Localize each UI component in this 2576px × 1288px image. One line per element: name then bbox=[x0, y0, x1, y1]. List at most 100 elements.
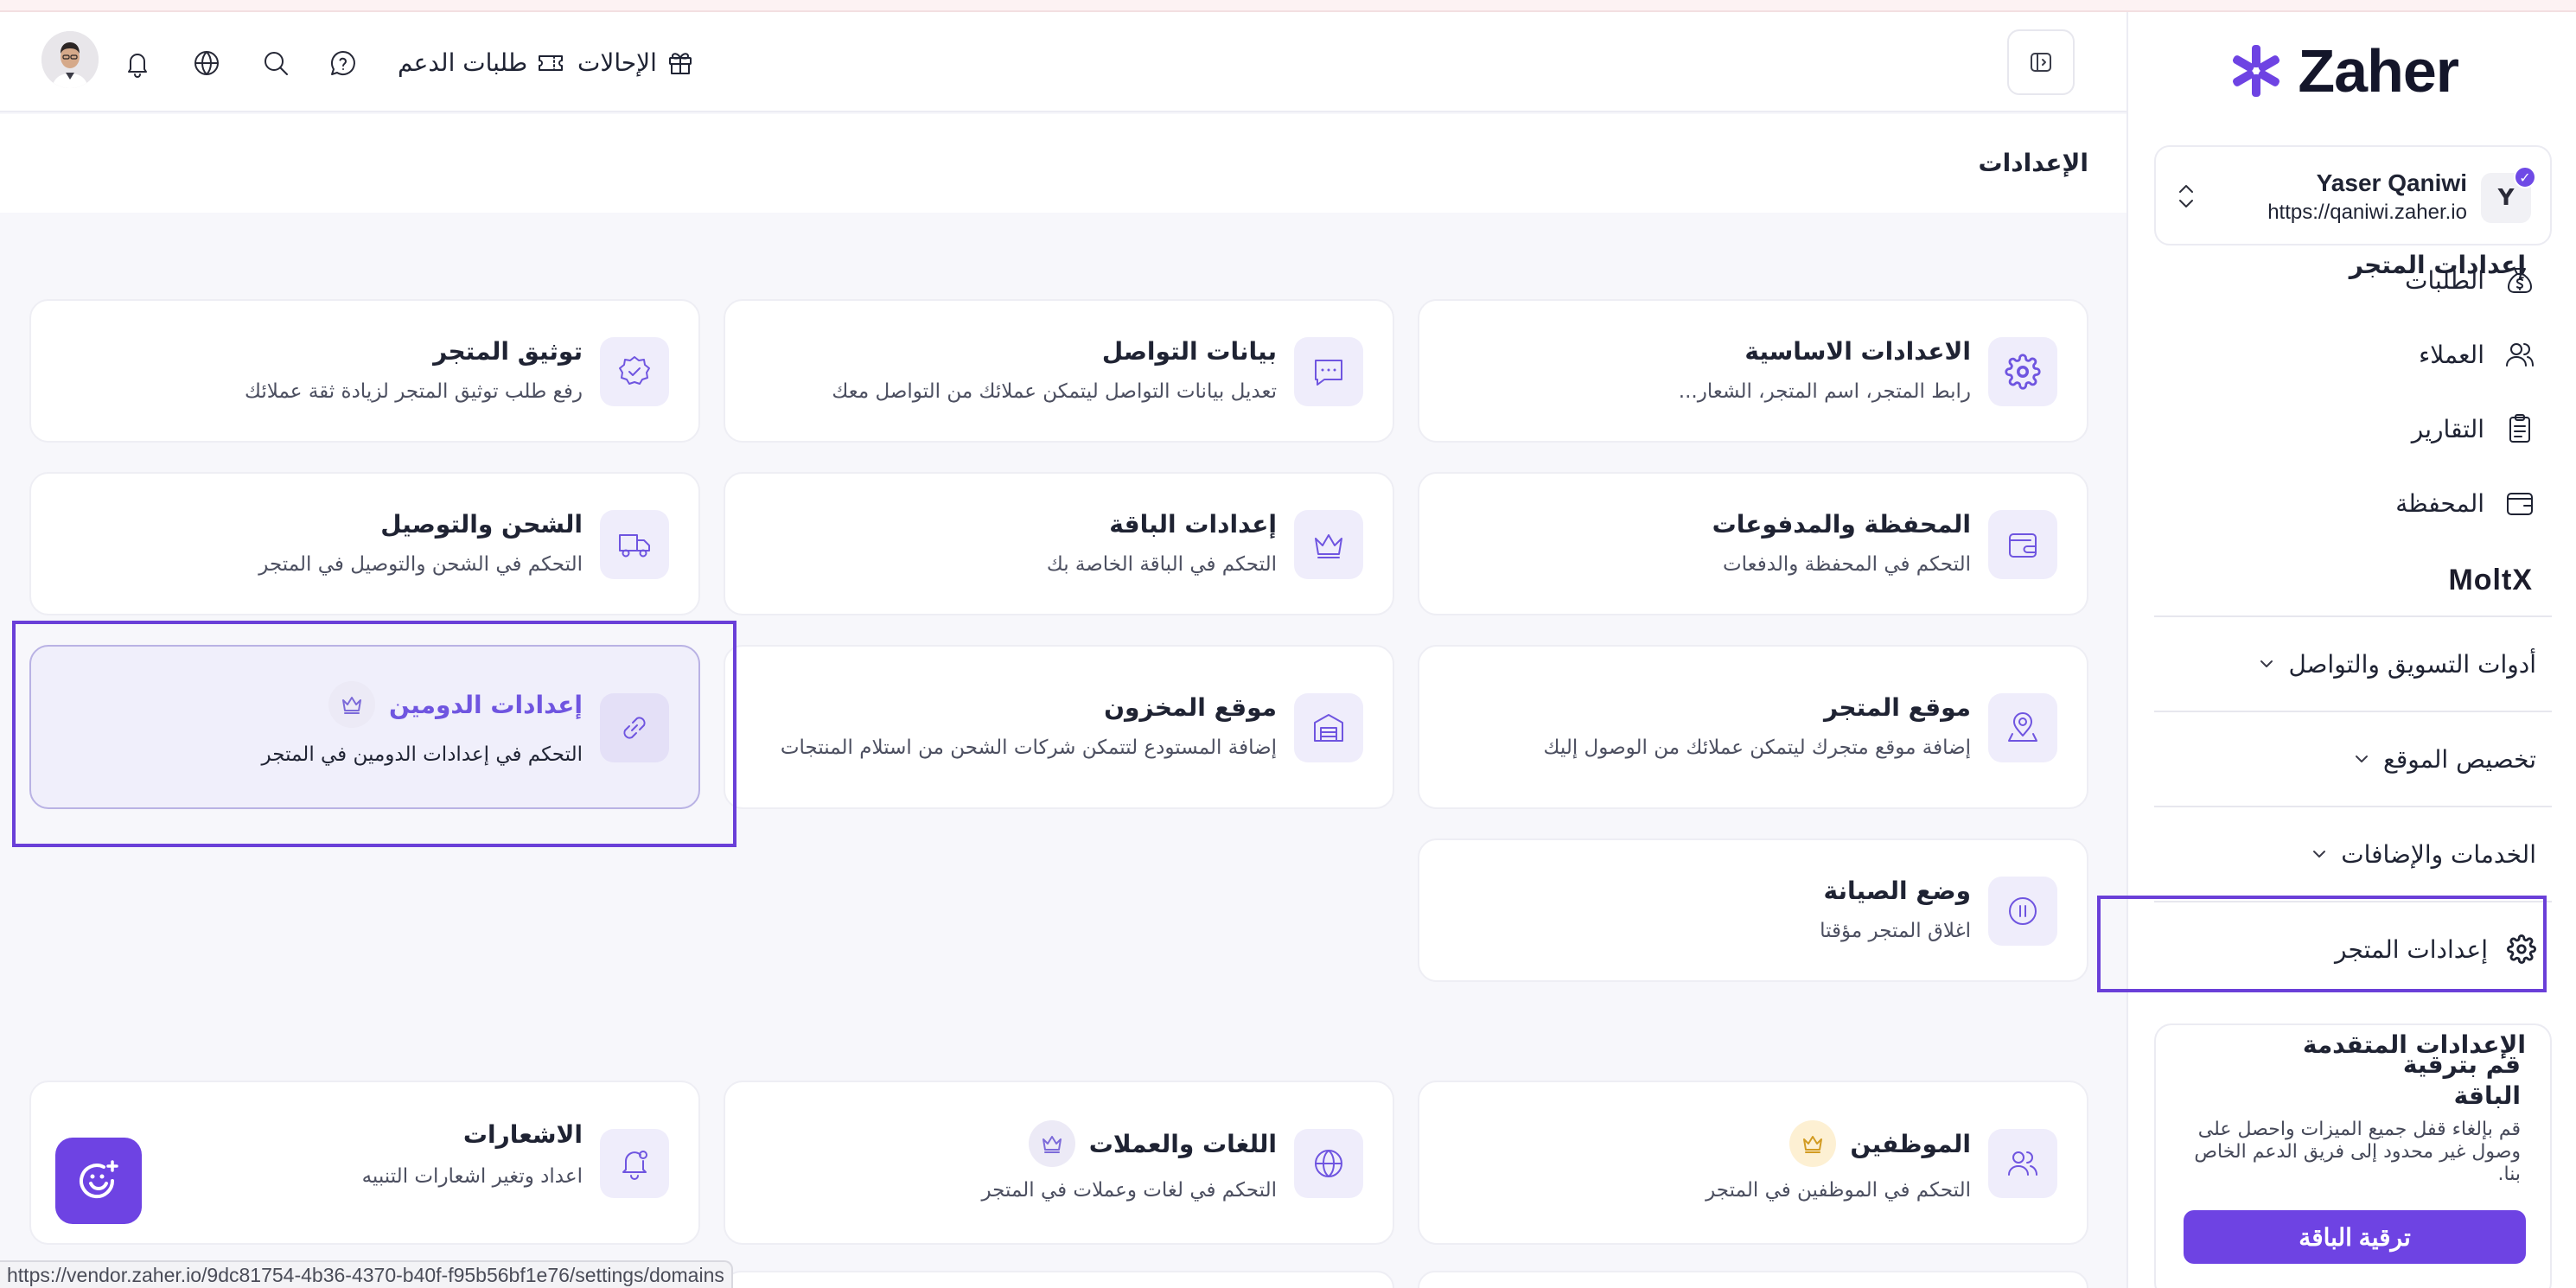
crown-icon bbox=[1789, 1120, 1837, 1167]
wallet-icon bbox=[2503, 487, 2536, 520]
card-title: المحفظة والمدفوعات bbox=[1712, 510, 1971, 539]
settings-card-partial[interactable] bbox=[724, 1271, 1394, 1288]
upgrade-button[interactable]: ترقية الباقة bbox=[2184, 1210, 2526, 1264]
truck-icon bbox=[600, 510, 669, 579]
search-icon[interactable] bbox=[259, 47, 292, 80]
pause-icon bbox=[1988, 877, 2057, 946]
collapse-sidebar-button[interactable] bbox=[2007, 29, 2075, 95]
account-avatar: Y ✓ bbox=[2481, 166, 2536, 223]
sidebar-item-label: التقارير bbox=[2411, 414, 2484, 443]
card-title: الاعدادات الاساسية bbox=[1744, 337, 1971, 366]
support-tickets-link[interactable]: طلبات الدعم bbox=[398, 45, 565, 80]
upgrade-description: قم بإلغاء قفل جميع الميزات واحصل على وصو… bbox=[2194, 1119, 2521, 1185]
card-description: رفع طلب توثيق المتجر لزيادة ثقة عملائك bbox=[245, 380, 583, 403]
badge-check-icon bbox=[600, 337, 669, 406]
sidebar-divider bbox=[2154, 901, 2552, 902]
settings-card-languages[interactable]: اللغات والعملات التحكم في لغات وعملات في… bbox=[724, 1081, 1394, 1245]
verified-icon: ✓ bbox=[2514, 166, 2536, 188]
help-icon[interactable] bbox=[327, 47, 360, 80]
smile-sparkle-icon bbox=[74, 1157, 123, 1205]
map-pin-icon bbox=[1988, 693, 2057, 762]
card-title: موقع المتجر bbox=[1823, 693, 1971, 722]
account-switcher[interactable]: Y ✓ Yaser Qaniwi https://qaniwi.zaher.io bbox=[2154, 145, 2552, 245]
card-description: اغلاق المتجر مؤقتا bbox=[1820, 920, 1971, 942]
account-name: Yaser Qaniwi bbox=[2316, 169, 2467, 196]
chevron-down-icon bbox=[2257, 654, 2276, 673]
users-icon bbox=[1988, 1129, 2057, 1198]
sidebar-group-label: تخصيص الموقع bbox=[2382, 744, 2536, 774]
card-description: إضافة المستودع لتتمكن شركات الشحن من است… bbox=[780, 736, 1277, 759]
settings-card-maintenance[interactable]: وضع الصيانة اغلاق المتجر مؤقتا bbox=[1418, 838, 2088, 982]
card-title: موقع المخزون bbox=[1104, 693, 1277, 722]
settings-card-warehouse[interactable]: موقع المخزون إضافة المستودع لتتمكن شركات… bbox=[724, 645, 1394, 809]
chevron-up-down-icon[interactable] bbox=[2175, 182, 2197, 211]
settings-card-shipping[interactable]: الشحن والتوصيل التحكم في الشحن والتوصيل … bbox=[29, 472, 700, 615]
crown-icon bbox=[1294, 510, 1363, 579]
card-title: إعدادات الدومين bbox=[328, 681, 583, 728]
settings-card-basic[interactable]: الاعدادات الاساسية رابط المتجر، اسم المت… bbox=[1418, 299, 2088, 443]
upgrade-card: قم بترقية الباقة قم بإلغاء قفل جميع المي… bbox=[2154, 1023, 2552, 1288]
wallet-icon bbox=[1988, 510, 2057, 579]
sidebar-group-site-customization[interactable]: تخصيص الموقع bbox=[2352, 733, 2536, 785]
bell-icon bbox=[600, 1129, 669, 1198]
sidebar-item-reports[interactable]: التقارير bbox=[2412, 403, 2536, 455]
globe-icon[interactable] bbox=[190, 47, 223, 80]
store-settings-section-title: إعدادات المتجر bbox=[2349, 251, 2526, 279]
globe-icon bbox=[1294, 1129, 1363, 1198]
gear-icon bbox=[1988, 337, 2057, 406]
sidebar-group-services[interactable]: الخدمات والإضافات bbox=[2310, 828, 2536, 880]
brand-name: Zaher bbox=[2298, 37, 2459, 105]
ticket-icon bbox=[536, 48, 565, 77]
settings-card-store-location[interactable]: موقع المتجر إضافة موقع متجرك ليتمكن عملا… bbox=[1418, 645, 2088, 809]
sidebar-divider bbox=[2154, 615, 2552, 617]
card-title-text: إعدادات الدومين bbox=[389, 690, 583, 719]
bell-icon[interactable] bbox=[121, 47, 154, 80]
sidebar-group-label: أدوات التسويق والتواصل bbox=[2288, 649, 2536, 679]
sidebar-divider bbox=[2154, 806, 2552, 807]
top-header: الإحالات طلبات الدعم bbox=[0, 12, 2126, 112]
settings-card-wallet[interactable]: المحفظة والمدفوعات التحكم في المحفظة وال… bbox=[1418, 472, 2088, 615]
card-title: الموظفين bbox=[1789, 1120, 1971, 1167]
settings-card-employees[interactable]: الموظفين التحكم في الموظفين في المتجر bbox=[1418, 1081, 2088, 1245]
sidebar-group-label: الخدمات والإضافات bbox=[2341, 839, 2536, 869]
account-initial: Y bbox=[2497, 185, 2515, 211]
card-title: اللغات والعملات bbox=[1028, 1120, 1277, 1167]
settings-card-verification[interactable]: توثيق المتجر رفع طلب توثيق المتجر لزيادة… bbox=[29, 299, 700, 443]
sidebar-item-customers[interactable]: العملاء bbox=[2419, 328, 2536, 380]
ai-chat-button[interactable] bbox=[55, 1138, 142, 1224]
moltx-logo[interactable]: MoltX bbox=[2448, 564, 2533, 597]
crown-icon bbox=[328, 681, 375, 728]
page-title-bar: الإعدادات bbox=[0, 114, 2126, 213]
chat-bubble-icon bbox=[1294, 337, 1363, 406]
card-title-text: الموظفين bbox=[1850, 1129, 1971, 1158]
card-title: توثيق المتجر bbox=[433, 337, 583, 366]
settings-card-partial[interactable] bbox=[1418, 1271, 2088, 1288]
card-description: التحكم في لغات وعملات في المتجر bbox=[981, 1179, 1277, 1202]
chevron-down-icon bbox=[2310, 845, 2329, 864]
referrals-link[interactable]: الإحالات bbox=[577, 45, 695, 80]
asterisk-logo-icon bbox=[2233, 45, 2280, 97]
card-description: إضافة موقع متجرك ليتمكن عملائك من الوصول… bbox=[1543, 736, 1972, 759]
brand-logo[interactable]: Zaher bbox=[2228, 29, 2459, 112]
sidebar-item-label: العملاء bbox=[2419, 340, 2484, 369]
settings-card-domain[interactable]: إعدادات الدومين التحكم في إعدادات الدومي… bbox=[29, 645, 700, 809]
sidebar-toggle-icon bbox=[2028, 49, 2054, 75]
browser-top-strip bbox=[0, 0, 2576, 12]
card-title: بيانات التواصل bbox=[1101, 337, 1277, 366]
status-bar-url: https://vendor.zaher.io/9dc81754-4b36-43… bbox=[0, 1260, 733, 1288]
link-icon bbox=[600, 693, 669, 762]
referrals-label: الإحالات bbox=[577, 48, 657, 77]
card-title: وضع الصيانة bbox=[1823, 877, 1971, 905]
gear-icon bbox=[2507, 934, 2536, 964]
page-title: الإعدادات bbox=[1978, 149, 2088, 177]
sidebar-item-wallet[interactable]: المحفظة bbox=[2395, 477, 2536, 529]
card-title: الاشعارات bbox=[462, 1120, 583, 1149]
sidebar-item-store-settings[interactable]: إعدادات المتجر bbox=[2335, 923, 2536, 975]
avatar[interactable] bbox=[41, 31, 99, 88]
card-title: الشحن والتوصيل bbox=[380, 510, 583, 539]
settings-card-plan[interactable]: إعدادات الباقة التحكم في الباقة الخاصة ب… bbox=[724, 472, 1394, 615]
sidebar-item-label: إعدادات المتجر bbox=[2335, 934, 2488, 964]
support-label: طلبات الدعم bbox=[398, 48, 528, 77]
settings-card-contact[interactable]: بيانات التواصل تعديل بيانات التواصل ليتم… bbox=[724, 299, 1394, 443]
sidebar-group-marketing[interactable]: أدوات التسويق والتواصل bbox=[2257, 638, 2536, 690]
